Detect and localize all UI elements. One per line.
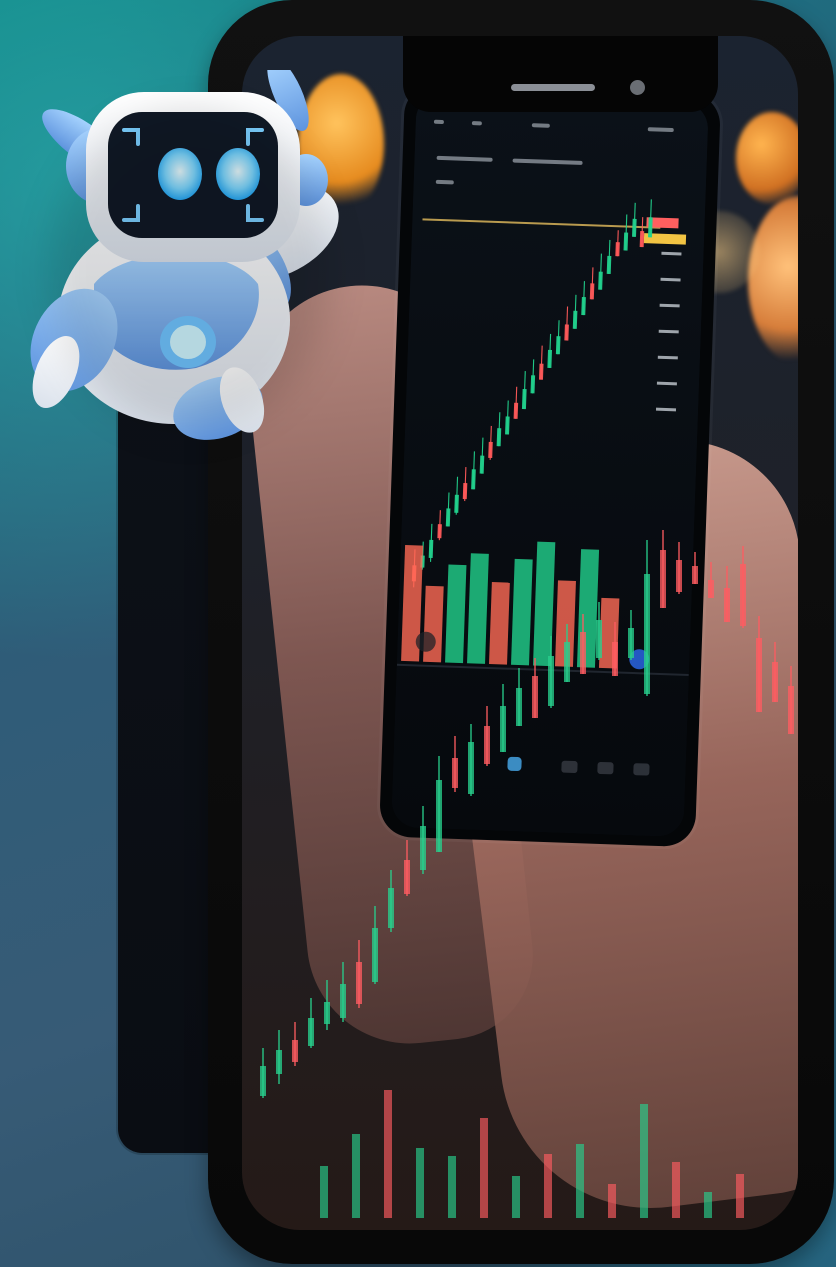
candle-body [538, 363, 544, 380]
candle-body [462, 482, 468, 500]
warm-light [736, 112, 798, 204]
volume-bar [384, 1090, 392, 1218]
candle-body [496, 428, 502, 447]
candle-body [454, 494, 459, 513]
candle-body [437, 524, 442, 539]
candle-body [292, 1040, 298, 1062]
candle-body [555, 336, 561, 355]
camera-icon [630, 80, 645, 95]
candle-body [530, 375, 536, 394]
candle-body [505, 416, 510, 435]
warm-light [748, 196, 798, 364]
candle-body [428, 539, 434, 558]
candle-body [572, 310, 578, 329]
candle-body [308, 1018, 314, 1046]
trading-screen [391, 93, 709, 837]
robot-shadow [50, 110, 330, 430]
volume-bar [448, 1156, 456, 1218]
candle-body [521, 388, 527, 410]
volume-bar [320, 1166, 328, 1218]
candle-body [606, 255, 612, 275]
candle-body [648, 217, 653, 238]
candle-body [479, 455, 485, 474]
robot-mascot [12, 57, 372, 450]
candle-body [623, 232, 629, 251]
candle-body [639, 231, 645, 248]
volume-bar [480, 1118, 488, 1218]
trading-phone [378, 82, 722, 848]
candle-body [471, 469, 476, 490]
candle-body [598, 271, 603, 290]
candle-body [547, 349, 553, 368]
phone-notch [403, 36, 718, 112]
trading-screen-graphics [392, 94, 708, 836]
candle-body [488, 441, 493, 458]
volume-bar [352, 1134, 360, 1218]
candle-body [581, 297, 586, 316]
volume-bar [416, 1148, 424, 1218]
candle-body [445, 508, 451, 527]
candle-body [276, 1050, 282, 1074]
candle-body [564, 324, 569, 341]
candle-body [632, 218, 637, 237]
volume-bar [512, 1176, 520, 1218]
speaker-icon [511, 84, 595, 91]
candle-body [589, 283, 595, 300]
candle-body [615, 242, 620, 257]
candle-body [260, 1066, 266, 1096]
candle-body [513, 402, 519, 419]
